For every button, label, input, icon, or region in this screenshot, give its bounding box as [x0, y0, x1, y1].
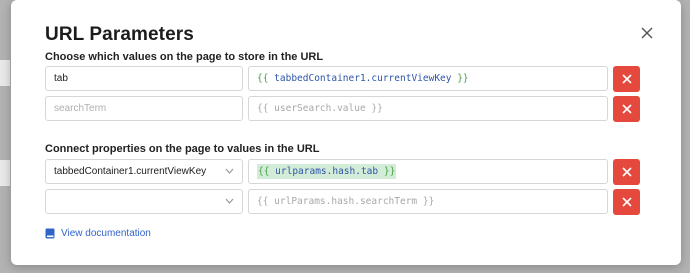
delete-row-button[interactable]	[613, 189, 640, 215]
store-value-input[interactable]: {{ userSearch.value }}	[248, 96, 608, 121]
property-select[interactable]: tabbedContainer1.currentViewKey	[45, 159, 243, 184]
store-section-label: Choose which values on the page to store…	[45, 51, 324, 63]
close-icon	[621, 104, 632, 114]
close-icon	[621, 197, 632, 207]
property-select-value: tabbedContainer1.currentViewKey	[54, 166, 207, 177]
store-key-input[interactable]: searchTerm	[45, 96, 243, 121]
store-key-input[interactable]: tab	[45, 66, 243, 91]
delete-row-button[interactable]	[613, 96, 640, 122]
property-select[interactable]	[45, 189, 243, 214]
close-icon	[621, 167, 632, 177]
view-documentation-label: View documentation	[61, 228, 151, 239]
delete-row-button[interactable]	[613, 159, 640, 185]
close-button[interactable]	[638, 24, 656, 42]
url-value-expression: {{ urlparams.hash.tab }}	[257, 164, 397, 179]
url-value-input[interactable]: {{ urlParams.hash.searchTerm }}	[248, 189, 608, 214]
store-value-expression: tabbedContainer1.currentViewKey	[274, 73, 452, 84]
chevron-down-icon	[225, 168, 234, 174]
store-value-input[interactable]: {{ tabbedContainer1.currentViewKey }}	[248, 66, 608, 91]
url-value-input[interactable]: {{ urlparams.hash.tab }}	[248, 159, 608, 184]
close-icon	[621, 74, 632, 84]
url-parameters-dialog: URL Parameters Choose which values on th…	[11, 0, 681, 265]
book-icon	[45, 228, 55, 239]
backdrop-panel	[0, 60, 10, 86]
chevron-down-icon	[225, 198, 234, 204]
view-documentation-link[interactable]: View documentation	[45, 228, 151, 239]
backdrop-panel	[0, 160, 10, 186]
close-icon	[641, 27, 653, 39]
dialog-title: URL Parameters	[45, 24, 194, 45]
delete-row-button[interactable]	[613, 66, 640, 92]
connect-section-label: Connect properties on the page to values…	[45, 143, 320, 155]
